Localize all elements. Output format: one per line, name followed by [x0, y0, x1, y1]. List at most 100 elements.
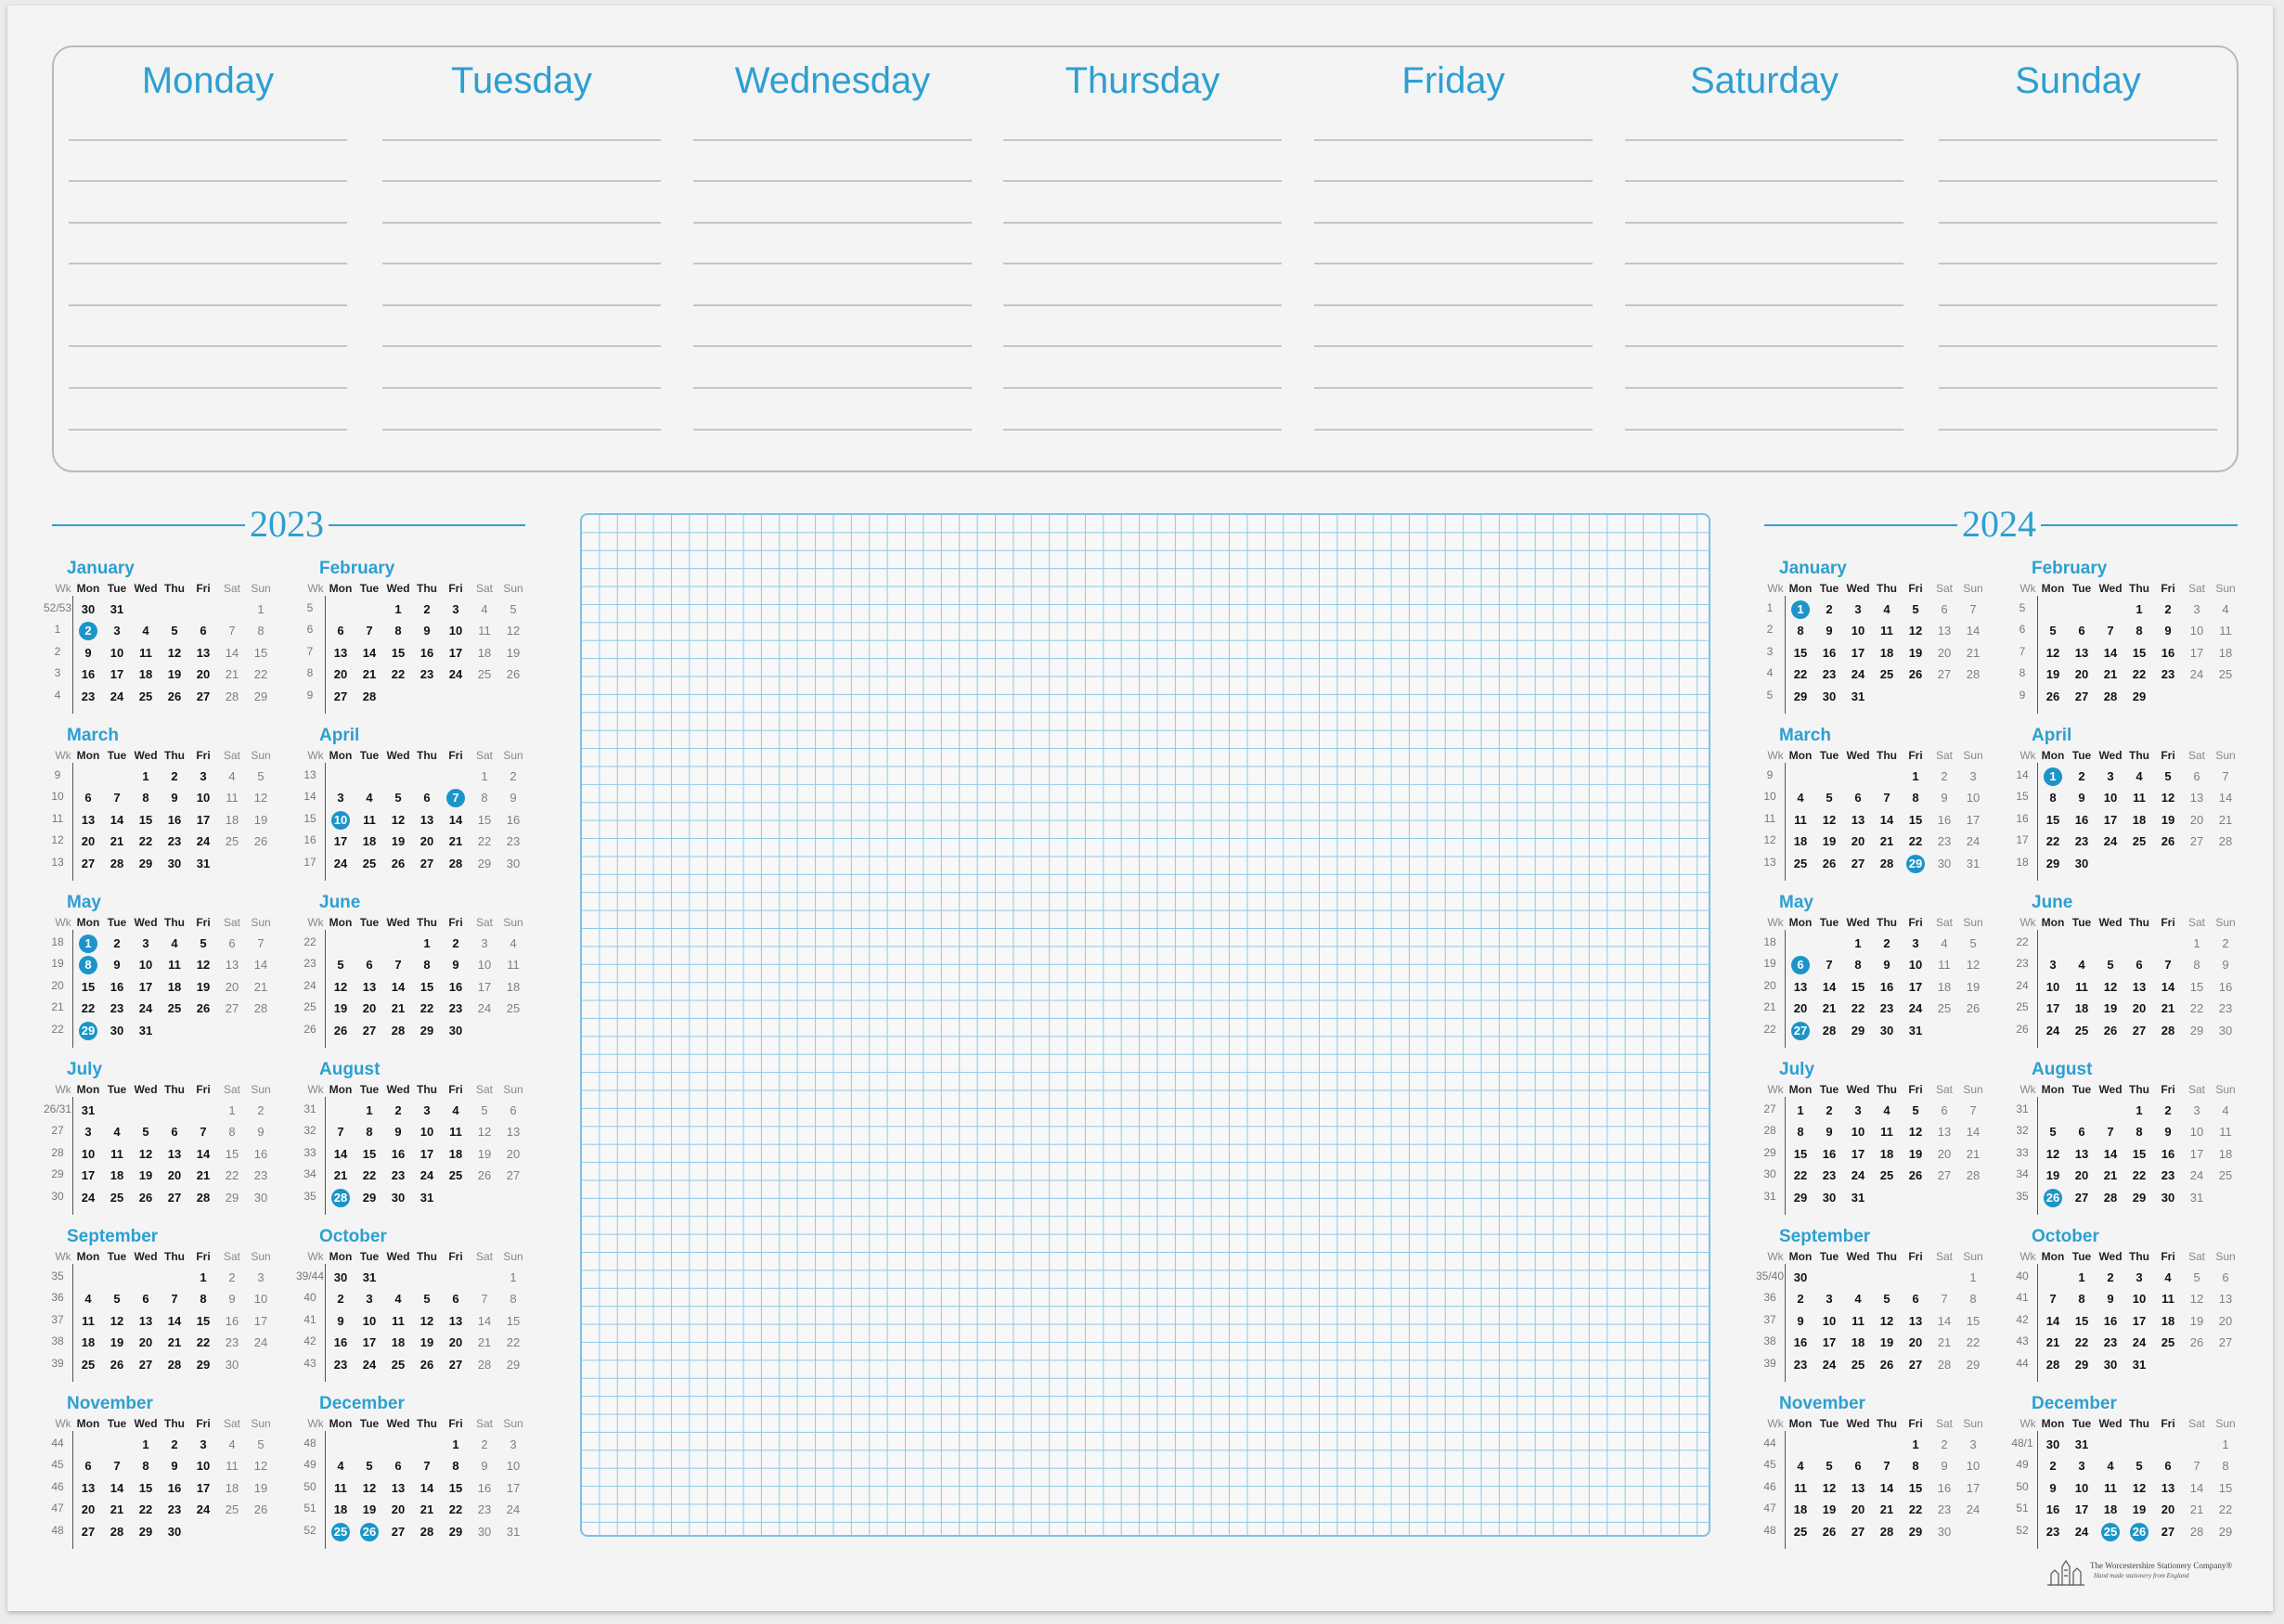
- week-number: 36: [1763, 1291, 1776, 1305]
- date-cell: 31: [506, 1524, 521, 1539]
- date-cell: 5: [2193, 1270, 2200, 1284]
- date-cell: 21: [110, 1502, 124, 1517]
- date-cell: 29: [506, 1357, 521, 1372]
- date-cell: 17: [506, 1480, 521, 1495]
- date-cell: 6: [84, 791, 92, 806]
- date-cell: 12: [253, 791, 268, 806]
- date-cell: 31: [2132, 1357, 2147, 1372]
- date-cell: 1: [142, 1437, 149, 1451]
- date-cell: 12: [138, 1146, 153, 1161]
- date-cell: 22: [477, 834, 492, 849]
- date-cell: 4: [142, 624, 149, 638]
- weekday-header: Sat: [2187, 1250, 2205, 1263]
- date-cell: 25: [138, 689, 153, 703]
- date-cell: 23: [448, 1001, 463, 1016]
- date-cell: 1: [1912, 769, 1919, 783]
- week-number: 35: [303, 1189, 316, 1203]
- date-cell: 1: [481, 769, 488, 783]
- date-cell: 16: [477, 1480, 492, 1495]
- weekday-header: Sat: [475, 582, 493, 595]
- date-cell: 18: [2218, 645, 2233, 660]
- date-cell: 24: [2074, 1524, 2089, 1539]
- date-cell: 3: [2049, 958, 2057, 973]
- week-divider: [72, 763, 73, 881]
- date-cell: 4: [481, 602, 488, 616]
- year-rule-right: [329, 524, 525, 526]
- date-cell: 10: [196, 1459, 211, 1474]
- date-cell: 16: [506, 812, 521, 827]
- date-cell: 10: [362, 1313, 377, 1328]
- date-cell: 5: [2049, 624, 2057, 638]
- writing-line: [1314, 180, 1593, 182]
- date-cell: 2: [1941, 1437, 1948, 1451]
- date-cell: 13: [391, 1480, 406, 1495]
- weekday-header: Sun: [503, 749, 523, 762]
- weekday-header: Wed: [134, 582, 158, 595]
- date-cell: 27: [1937, 667, 1952, 682]
- weekday-header: Tue: [2071, 1417, 2092, 1430]
- date-cell: 12: [506, 624, 521, 638]
- date-cell: 8: [2078, 1292, 2085, 1307]
- date-cell: 14: [1822, 979, 1837, 994]
- month-name: May: [67, 893, 101, 912]
- date-cell: 7: [2107, 1125, 2114, 1140]
- date-cell: 11: [1794, 1480, 1807, 1495]
- date-cell: 6: [2193, 769, 2200, 783]
- week-number: 46: [1763, 1479, 1776, 1493]
- date-cell: 23: [1879, 1001, 1894, 1016]
- date-cell: 14: [253, 958, 268, 973]
- writing-line: [1003, 387, 1282, 389]
- date-cell: 24: [2103, 834, 2118, 849]
- date-cell: 29: [1966, 1357, 1981, 1372]
- weekday-header: Mon: [2041, 1083, 2065, 1096]
- date-cell: 22: [138, 834, 153, 849]
- month-name: May: [1779, 893, 1813, 912]
- date-cell: 10: [253, 1292, 268, 1307]
- date-cell: 26: [110, 1357, 124, 1372]
- date-cell: 18: [167, 979, 182, 994]
- date-cell: 15: [362, 1146, 377, 1161]
- weekday-header: Tue: [2071, 916, 2092, 929]
- date-cell: 13: [1908, 1313, 1923, 1328]
- week-number: 17: [303, 855, 316, 869]
- weekday-header: Mon: [76, 1417, 100, 1430]
- date-cell: 24: [477, 1001, 492, 1016]
- weekday-header: Sun: [2215, 916, 2236, 929]
- date-cell: 22: [391, 667, 406, 682]
- date-cell: 6: [452, 1292, 459, 1307]
- date-cell: 12: [2132, 1480, 2147, 1495]
- date-cell: 27: [1908, 1357, 1923, 1372]
- weekday-header: Thu: [2129, 1083, 2149, 1096]
- date-cell: 10: [448, 624, 463, 638]
- date-cell: 6: [1941, 1103, 1948, 1117]
- date-cell: 4: [2222, 602, 2229, 616]
- weekday-header: Fri: [196, 916, 211, 929]
- holiday-date: 25: [331, 1522, 350, 1541]
- weekday-header: Thu: [417, 749, 437, 762]
- date-cell: 23: [110, 1001, 124, 1016]
- date-cell: 18: [1793, 1502, 1808, 1517]
- date-cell: 10: [419, 1125, 434, 1140]
- date-cell: 3: [1969, 1437, 1977, 1451]
- weekday-header: Thu: [417, 1250, 437, 1263]
- month-august: August Wk Mon Tue Wed Thu Fri Sat Sun 31 32 33 34 35 1…: [303, 1060, 546, 1222]
- weekday-header: Wed: [2098, 1250, 2123, 1263]
- date-cell: 16: [1937, 812, 1952, 827]
- date-cell: 13: [1937, 624, 1952, 638]
- weekday-header: Fri: [1908, 1250, 1923, 1263]
- date-cell: 9: [1941, 791, 1948, 806]
- writing-line: [382, 304, 661, 306]
- weekday-header: Mon: [329, 1250, 353, 1263]
- week-number: 9: [1766, 768, 1774, 781]
- weekday-header: Thu: [2129, 916, 2149, 929]
- week-number: 38: [51, 1334, 64, 1348]
- date-cell: 26: [1966, 1001, 1981, 1016]
- date-cell: 29: [362, 1190, 377, 1205]
- date-cell: 16: [2218, 979, 2233, 994]
- date-cell: 30: [2074, 856, 2089, 870]
- date-cell: 31: [1908, 1023, 1923, 1038]
- weekday-header: Tue: [107, 582, 127, 595]
- date-cell: 24: [81, 1190, 96, 1205]
- date-cell: 21: [419, 1502, 434, 1517]
- date-cell: 23: [167, 834, 182, 849]
